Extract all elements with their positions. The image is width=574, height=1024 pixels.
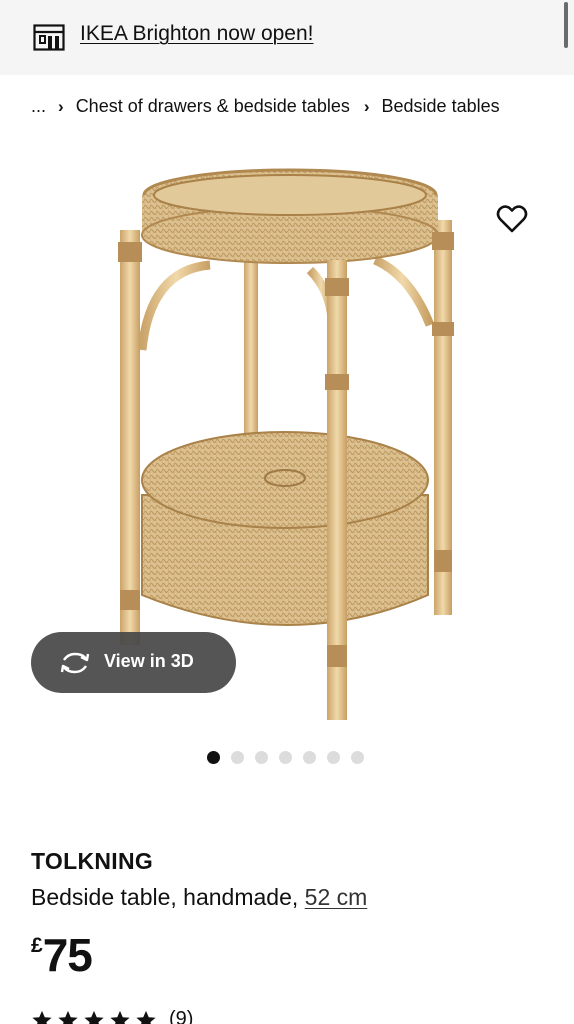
product-rating[interactable]: (9) (31, 1008, 193, 1024)
star-icon (136, 1010, 156, 1024)
carousel-dot-7[interactable] (351, 751, 364, 764)
price-currency: £ (31, 934, 43, 957)
view-in-3d-button[interactable]: View in 3D (31, 632, 236, 693)
star-icon (110, 1010, 130, 1024)
store-banner: IKEA Brighton now open! (0, 0, 574, 75)
chevron-right-icon: › (58, 96, 64, 116)
breadcrumb-item-bedside[interactable]: Bedside tables (382, 96, 500, 117)
store-icon (33, 24, 65, 51)
breadcrumb-ellipsis[interactable]: ... (31, 96, 46, 117)
carousel-dot-5[interactable] (303, 751, 316, 764)
carousel-dot-6[interactable] (327, 751, 340, 764)
product-price: £ 75 (31, 928, 93, 982)
review-count: (9) (169, 1008, 194, 1024)
scrollbar[interactable] (564, 2, 568, 48)
product-description: Bedside table, handmade, 52 cm (31, 884, 367, 911)
carousel-dot-4[interactable] (279, 751, 292, 764)
rotate-3d-icon (60, 652, 90, 674)
size-link[interactable]: 52 cm (305, 884, 368, 910)
star-icon (32, 1010, 52, 1024)
product-name: TOLKNING (31, 848, 154, 874)
product-description-text: Bedside table, handmade, (31, 884, 299, 910)
star-icon (84, 1010, 104, 1024)
carousel-dot-3[interactable] (255, 751, 268, 764)
view-in-3d-label: View in 3D (104, 651, 194, 671)
heart-icon[interactable] (496, 204, 528, 234)
breadcrumb-item-chests[interactable]: Chest of drawers & bedside tables (76, 96, 350, 117)
carousel-dot-1[interactable] (207, 751, 220, 764)
carousel-dot-2[interactable] (231, 751, 244, 764)
price-amount: 75 (42, 929, 93, 981)
star-icon (58, 1010, 78, 1024)
carousel-dots (207, 751, 364, 764)
banner-link[interactable]: IKEA Brighton now open! (80, 22, 314, 46)
chevron-right-icon: › (363, 96, 370, 116)
breadcrumb: ... › Chest of drawers & bedside tables … (31, 96, 500, 117)
